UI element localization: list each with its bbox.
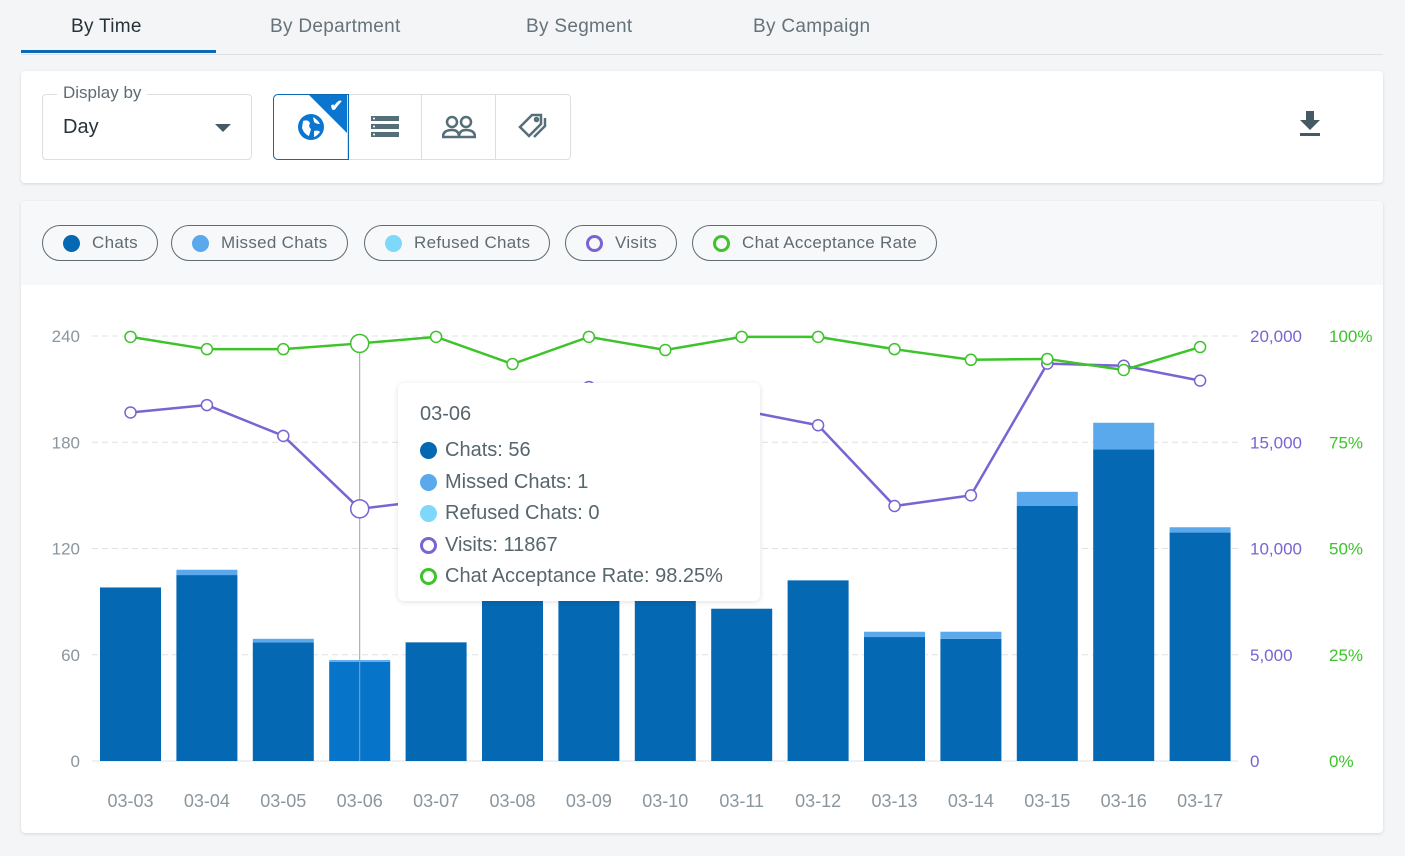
bar-missed-chats (1093, 422, 1155, 450)
point-chat-acceptance-rate (659, 343, 672, 357)
bar-chats (864, 637, 925, 761)
point-chat-acceptance-rate (506, 357, 519, 371)
tooltip-missed: Missed Chats: 1 (445, 470, 589, 493)
point-chat-acceptance-rate (964, 353, 978, 367)
y-rate-tick: 0% (1329, 752, 1354, 771)
bar-missed-chats (252, 638, 314, 643)
y-visits-tick: 10,000 (1250, 540, 1302, 559)
point-visits (811, 419, 825, 432)
bar-chats (787, 580, 849, 761)
point-chat-acceptance-rate (200, 342, 214, 356)
tooltip-date: 03-06 (420, 403, 472, 425)
y-rate-tick: 50% (1329, 540, 1363, 559)
y-rate-tick: 75% (1329, 433, 1363, 452)
y-rate-tick: 25% (1329, 646, 1363, 665)
tooltip: 03-06 Chats: 56 Missed Chats: 1 Refused … (398, 383, 760, 601)
point-chat-acceptance-rate (277, 342, 290, 356)
tooltip-refused: Refused Chats: 0 (445, 502, 600, 525)
y-visits-tick: 20,000 (1250, 327, 1302, 346)
y-rate-tick: 100% (1329, 327, 1372, 346)
x-tick: 03-04 (184, 791, 230, 811)
x-tick: 03-09 (566, 791, 612, 811)
x-tick: 03-14 (948, 791, 994, 811)
visits-ring-icon (420, 536, 437, 554)
y-visits-tick: 15,000 (1250, 433, 1302, 452)
y-visits-tick: 0 (1250, 752, 1259, 771)
x-tick: 03-08 (489, 791, 535, 811)
y-left-tick: 120 (52, 540, 80, 559)
chats-dot-icon (420, 442, 437, 460)
point-chat-acceptance-rate (429, 330, 443, 344)
x-tick: 03-16 (1101, 791, 1147, 811)
bar-chats (634, 592, 696, 761)
point-visits (1193, 374, 1207, 387)
x-tick: 03-07 (413, 791, 459, 811)
bar-chats (176, 575, 238, 761)
y-left-tick: 0 (71, 752, 80, 771)
point-visits (200, 398, 214, 412)
x-tick: 03-15 (1024, 791, 1070, 811)
missed-dot-icon (420, 473, 437, 491)
point-chat-acceptance-rate (1117, 363, 1130, 377)
bar-missed-chats (1016, 491, 1078, 506)
x-tick: 03-06 (337, 791, 383, 811)
y-left-tick: 180 (52, 433, 80, 452)
rate-ring-icon (420, 568, 437, 586)
point-visits (349, 499, 370, 519)
bar-chats (940, 638, 1002, 761)
bar-chats (100, 587, 161, 761)
refused-dot-icon (420, 505, 437, 523)
bar-chats (711, 608, 773, 761)
bar-missed-chats (940, 631, 1002, 639)
y-visits-tick: 5,000 (1250, 646, 1293, 665)
bar-missed-chats (176, 569, 238, 576)
x-tick: 03-17 (1177, 791, 1223, 811)
bar-chats (482, 592, 543, 761)
bar-chats (1016, 506, 1078, 761)
bar-missed-chats (864, 631, 925, 638)
x-tick: 03-05 (260, 791, 306, 811)
point-chat-acceptance-rate (349, 333, 370, 354)
x-tick: 03-10 (642, 791, 688, 811)
point-chat-acceptance-rate (124, 330, 137, 344)
y-left-tick: 60 (61, 646, 80, 665)
bar-chats (1093, 449, 1155, 761)
bar-chats (405, 642, 467, 761)
point-chat-acceptance-rate (811, 330, 825, 344)
y-left-tick: 240 (52, 327, 80, 346)
point-visits (277, 429, 290, 443)
point-chat-acceptance-rate (582, 330, 596, 344)
bar-chats (252, 642, 314, 761)
x-tick: 03-03 (107, 791, 153, 811)
point-visits (124, 406, 137, 419)
point-visits (964, 489, 978, 502)
tooltip-rate: Chat Acceptance Rate: 98.25% (445, 565, 723, 588)
tooltip-visits: Visits: 11867 (445, 533, 558, 556)
bar-chats (558, 592, 620, 761)
bar-chats (1169, 532, 1231, 761)
tooltip-chats: Chats: 56 (445, 439, 531, 462)
x-tick: 03-13 (871, 791, 917, 811)
bar-missed-chats (1169, 527, 1231, 533)
point-visits (888, 499, 901, 513)
point-chat-acceptance-rate (735, 330, 748, 344)
x-tick: 03-12 (795, 791, 841, 811)
point-chat-acceptance-rate (888, 342, 901, 356)
x-tick: 03-11 (719, 791, 764, 811)
point-chat-acceptance-rate (1041, 352, 1054, 366)
point-chat-acceptance-rate (1193, 340, 1207, 354)
